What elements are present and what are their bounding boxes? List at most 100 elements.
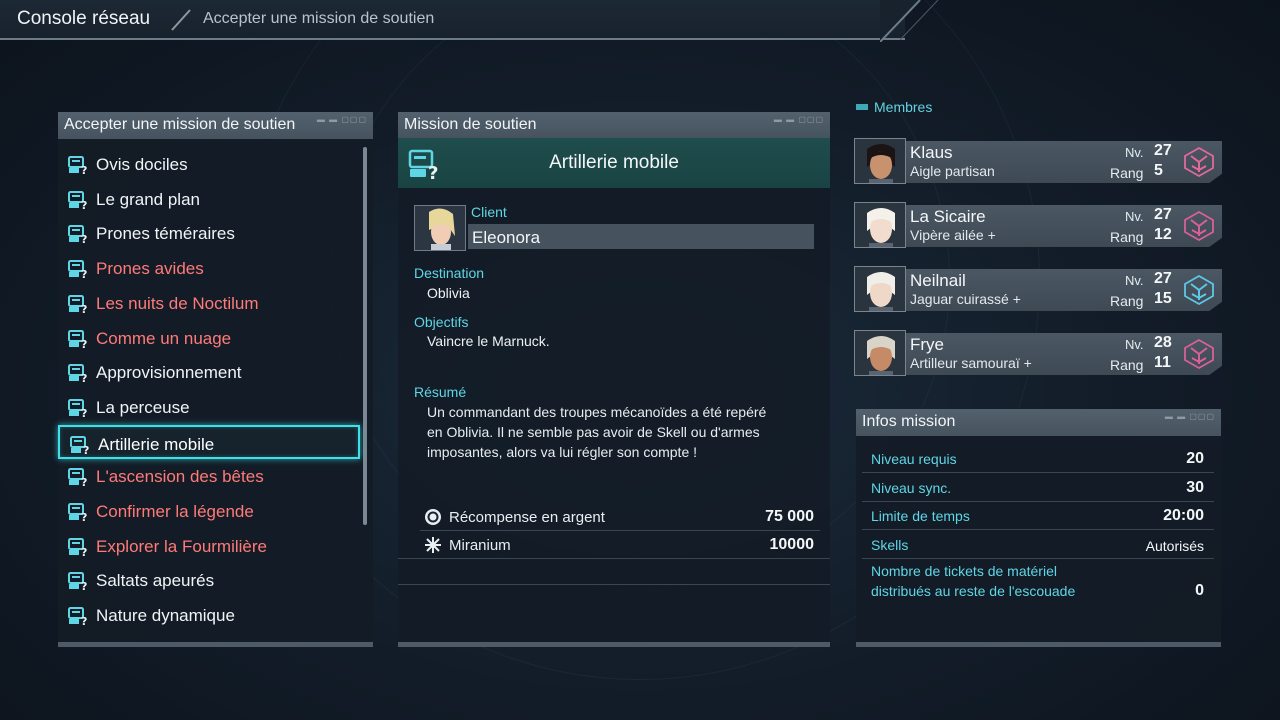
- mission-list-header: Accepter une mission de soutien ▬ ▬ ▢▢▢: [58, 112, 373, 139]
- detail-panel-title: Mission de soutien: [404, 116, 537, 133]
- member-name: Neilnail: [910, 271, 966, 290]
- mission-list-item[interactable]: ? Nature dynamique: [58, 598, 360, 632]
- mission-name: Artillerie mobile: [549, 152, 679, 173]
- divider: [862, 557, 1214, 559]
- detail-footer: [398, 642, 830, 647]
- member-class: Aigle partisan: [910, 163, 995, 179]
- objectives-label: Objectifs: [414, 314, 469, 330]
- tickets-value: 0: [1195, 582, 1204, 599]
- member-rank: 12: [1154, 226, 1172, 243]
- mission-list-item[interactable]: ? La perceuse: [58, 390, 360, 424]
- mission-info-footer: [856, 642, 1221, 647]
- mission-list-item[interactable]: ? Le grand plan: [58, 182, 360, 216]
- member-name: Klaus: [910, 143, 953, 162]
- tickets-label-line-1: Nombre de tickets de matériel: [871, 563, 1057, 579]
- destination-value: Oblivia: [427, 285, 470, 301]
- class-emblem-icon: [1184, 274, 1214, 306]
- member-level-label: Nv.: [1125, 209, 1144, 224]
- support-mission-icon: ?: [68, 329, 87, 349]
- member-class: Jaguar cuirassé +: [910, 291, 1021, 307]
- support-mission-icon: ?: [68, 607, 87, 626]
- support-mission-icon: ?: [68, 260, 87, 279]
- svg-text:?: ?: [81, 476, 87, 487]
- mission-list-item-label: La perceuse: [96, 397, 190, 417]
- miranium-icon: [425, 537, 441, 553]
- mission-list-item[interactable]: ? Les nuits de Noctilum: [58, 286, 360, 320]
- member-level-label: Nv.: [1125, 273, 1144, 288]
- member-level: 27: [1154, 270, 1172, 287]
- reward-row-miranium: Miranium 10000: [398, 530, 830, 558]
- member-level: 27: [1154, 206, 1172, 223]
- header-decoration: ▬ ▬ ▢▢▢: [1164, 412, 1215, 421]
- support-mission-icon: ?: [70, 435, 89, 455]
- mission-info-row: Limite de temps 20:00: [856, 501, 1220, 529]
- mission-list-item[interactable]: ? Ovis dociles: [58, 147, 360, 181]
- summary-line: en Oblivia. Il ne semble pas avoir de Sk…: [427, 424, 760, 440]
- mission-list-item[interactable]: ? Explorer la Fourmilière: [58, 529, 360, 563]
- divider: [398, 584, 830, 585]
- coin-icon: [425, 509, 441, 525]
- mission-list-item-label: Ovis dociles: [96, 155, 188, 174]
- header-decoration: ▬ ▬ ▢▢▢: [316, 115, 367, 124]
- member-rank-label: Rang: [1110, 293, 1144, 309]
- member-name: La Sicaire: [910, 207, 986, 226]
- mission-info-label: Limite de temps: [871, 508, 970, 524]
- detail-header: Mission de soutien ▬ ▬ ▢▢▢: [398, 112, 830, 139]
- breadcrumb: Accepter une mission de soutien: [203, 10, 435, 27]
- member-rank: 11: [1154, 354, 1171, 371]
- mission-info-title: Infos mission: [862, 413, 956, 430]
- svg-text:?: ?: [81, 580, 87, 591]
- mission-list-item[interactable]: ? Confirmer la légende: [58, 494, 360, 528]
- mission-list-item[interactable]: ? Approvisionnement: [58, 355, 360, 389]
- mission-list-item[interactable]: ? L'ascension des bêtes: [58, 459, 360, 493]
- member-card[interactable]: Neilnail Jaguar cuirassé + Nv. 27 Rang 15: [854, 266, 1222, 312]
- svg-text:?: ?: [81, 268, 87, 279]
- support-mission-icon: ?: [68, 294, 87, 314]
- member-card[interactable]: Klaus Aigle partisan Nv. 27 Rang 5: [854, 138, 1222, 184]
- mission-list-item-label: Le grand plan: [96, 189, 200, 209]
- support-mission-icon: ?: [68, 572, 87, 591]
- page-title: Console réseau: [17, 8, 151, 29]
- svg-text:?: ?: [81, 372, 87, 383]
- mission-list-item[interactable]: ? Prones téméraires: [58, 216, 360, 250]
- client-label: Client: [471, 204, 507, 220]
- member-card[interactable]: Frye Artilleur samouraï + Nv. 28 Rang 11: [854, 330, 1222, 376]
- mission-list-item-label: Prones avides: [96, 259, 204, 279]
- header-decoration: ▬ ▬ ▢▢▢: [773, 115, 824, 124]
- reward-label: Miranium: [449, 537, 511, 554]
- support-mission-icon: ?: [68, 364, 87, 383]
- summary-label: Résumé: [414, 384, 467, 400]
- header-diagonal-decoration: [880, 0, 939, 42]
- support-mission-icon: ?: [68, 537, 87, 557]
- support-mission-icon: ?: [68, 225, 87, 244]
- top-bar: Console réseau Accepter une mission de s…: [0, 0, 1280, 42]
- members-title: Membres: [874, 99, 933, 115]
- reward-value: 10000: [769, 536, 815, 553]
- mission-list-item-label: Les nuits de Noctilum: [96, 293, 259, 313]
- svg-text:?: ?: [81, 338, 87, 349]
- mission-list-scrollbar[interactable]: [363, 147, 367, 525]
- mission-list-item-label: Explorer la Fourmilière: [96, 536, 267, 556]
- mission-info-label: Niveau requis: [871, 451, 957, 467]
- summary-line: Un commandant des troupes mécanoïdes a é…: [427, 404, 767, 420]
- tickets-label-line-2: distribués au reste de l'escouade: [871, 583, 1076, 599]
- member-card[interactable]: La Sicaire Vipère ailée + Nv. 27 Rang 12: [854, 202, 1222, 248]
- member-class: Vipère ailée +: [910, 227, 996, 243]
- svg-text:?: ?: [81, 546, 87, 557]
- support-mission-icon: ?: [68, 503, 87, 522]
- mission-list-item[interactable]: ? Comme un nuage: [58, 321, 360, 355]
- mission-info-value: Autorisés: [1145, 537, 1204, 554]
- svg-text:?: ?: [81, 407, 87, 418]
- svg-text:?: ?: [83, 444, 89, 455]
- member-portrait: [854, 138, 906, 184]
- mission-info-value: 20: [1186, 450, 1204, 467]
- member-name: Frye: [910, 335, 944, 354]
- mission-list-item[interactable]: ? Artillerie mobile: [58, 424, 360, 459]
- destination-label: Destination: [414, 265, 485, 281]
- tickets-row: Nombre de tickets de matériel distribués…: [856, 559, 1220, 605]
- mission-title-bar: ? Artillerie mobile: [398, 138, 830, 188]
- member-rank-label: Rang: [1110, 229, 1144, 245]
- summary-text: Un commandant des troupes mécanoïdes a é…: [427, 402, 817, 462]
- mission-list-item[interactable]: ? Prones avides: [58, 251, 360, 285]
- mission-list-item[interactable]: ? Saltats apeurés: [58, 563, 360, 597]
